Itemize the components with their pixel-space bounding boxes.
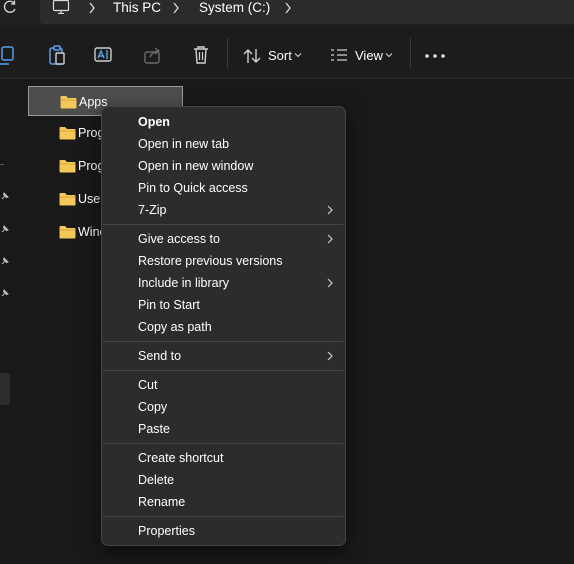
nav-divider — [0, 164, 4, 165]
chevron-right-icon[interactable] — [168, 1, 184, 15]
pin-icon[interactable] — [0, 288, 10, 298]
menu-item-give-access-to[interactable]: Give access to — [106, 228, 341, 250]
menu-item-restore-previous-versions[interactable]: Restore previous versions — [106, 250, 341, 272]
more-icon[interactable] — [424, 53, 446, 59]
menu-item-rename[interactable]: Rename — [106, 491, 341, 513]
menu-item-label: Give access to — [138, 232, 220, 246]
chevron-down-icon — [385, 53, 393, 58]
menu-item-label: Paste — [138, 422, 170, 436]
menu-item-label: Pin to Start — [138, 298, 200, 312]
chevron-right-icon — [327, 351, 333, 361]
menu-item-paste[interactable]: Paste — [106, 418, 341, 440]
command-bar: Sort View — [0, 26, 574, 79]
menu-item-label: Open — [138, 115, 170, 129]
folder-icon — [59, 193, 76, 206]
menu-item-copy-as-path[interactable]: Copy as path — [106, 316, 341, 338]
menu-item-delete[interactable]: Delete — [106, 469, 341, 491]
menu-item-label: Create shortcut — [138, 451, 224, 465]
menu-item-7-zip[interactable]: 7-Zip — [106, 199, 341, 221]
address-bar-area: This PC System (C:) — [0, 0, 574, 26]
nav-item-selected[interactable] — [0, 373, 10, 405]
breadcrumb-system-c[interactable]: System (C:) — [199, 0, 270, 16]
sort-label: Sort — [268, 48, 292, 63]
context-menu: Open Open in new tab Open in new window … — [101, 106, 346, 546]
folder-icon — [59, 226, 76, 239]
menu-item-pin-to-start[interactable]: Pin to Start — [106, 294, 341, 316]
menu-item-cut[interactable]: Cut — [106, 374, 341, 396]
chevron-right-icon[interactable] — [280, 1, 296, 15]
folder-icon — [59, 160, 76, 173]
paste-icon[interactable] — [45, 43, 69, 67]
chevron-down-icon — [294, 53, 302, 58]
menu-item-create-shortcut[interactable]: Create shortcut — [106, 447, 341, 469]
menu-item-label: Rename — [138, 495, 186, 509]
menu-item-label: Open in new window — [138, 159, 254, 173]
menu-item-include-in-library[interactable]: Include in library — [106, 272, 341, 294]
chevron-right-icon — [327, 234, 333, 244]
menu-item-open[interactable]: Open — [106, 111, 341, 133]
menu-item-label: 7-Zip — [138, 203, 167, 217]
chevron-right-icon — [327, 278, 333, 288]
folder-icon — [60, 96, 77, 109]
folder-icon — [59, 127, 76, 140]
menu-item-label: Copy — [138, 400, 168, 414]
view-icon — [331, 49, 347, 61]
toolbar-separator — [410, 38, 411, 68]
menu-item-label: Copy as path — [138, 320, 212, 334]
menu-separator — [103, 370, 343, 371]
menu-separator — [103, 443, 343, 444]
view-label: View — [355, 48, 383, 63]
chevron-right-icon[interactable] — [84, 1, 100, 15]
pin-icon[interactable] — [0, 191, 10, 201]
menu-item-properties[interactable]: Properties — [106, 520, 341, 542]
refresh-icon[interactable] — [2, 0, 18, 14]
menu-item-open-in-new-tab[interactable]: Open in new tab — [106, 133, 341, 155]
breadcrumb-this-pc[interactable]: This PC — [113, 0, 161, 16]
menu-item-copy[interactable]: Copy — [106, 396, 341, 418]
toolbar-separator — [227, 38, 228, 68]
address-bar[interactable]: This PC System (C:) — [40, 0, 574, 24]
menu-separator — [103, 516, 343, 517]
menu-item-label: Properties — [138, 524, 195, 538]
menu-separator — [103, 341, 343, 342]
menu-item-pin-to-quick-access[interactable]: Pin to Quick access — [106, 177, 341, 199]
sort-icon — [243, 49, 261, 63]
computer-icon — [52, 0, 70, 14]
rename-icon[interactable] — [92, 43, 116, 67]
chevron-right-icon — [327, 205, 333, 215]
copy-icon[interactable] — [0, 43, 18, 67]
delete-icon[interactable] — [189, 43, 213, 67]
navigation-pane — [0, 79, 14, 564]
menu-item-label: Open in new tab — [138, 137, 230, 151]
sort-button[interactable]: Sort — [238, 36, 310, 70]
menu-item-label: Send to — [138, 349, 182, 363]
menu-item-label: Delete — [138, 473, 175, 487]
view-button[interactable]: View — [326, 36, 398, 70]
menu-item-label: Include in library — [138, 276, 230, 290]
pin-icon[interactable] — [0, 224, 10, 234]
share-icon[interactable] — [141, 43, 165, 67]
pin-icon[interactable] — [0, 256, 10, 266]
menu-item-open-in-new-window[interactable]: Open in new window — [106, 155, 341, 177]
menu-item-label: Restore previous versions — [138, 254, 283, 268]
menu-item-send-to[interactable]: Send to — [106, 345, 341, 367]
menu-item-label: Cut — [138, 378, 158, 392]
menu-item-label: Pin to Quick access — [138, 181, 248, 195]
menu-separator — [103, 224, 343, 225]
